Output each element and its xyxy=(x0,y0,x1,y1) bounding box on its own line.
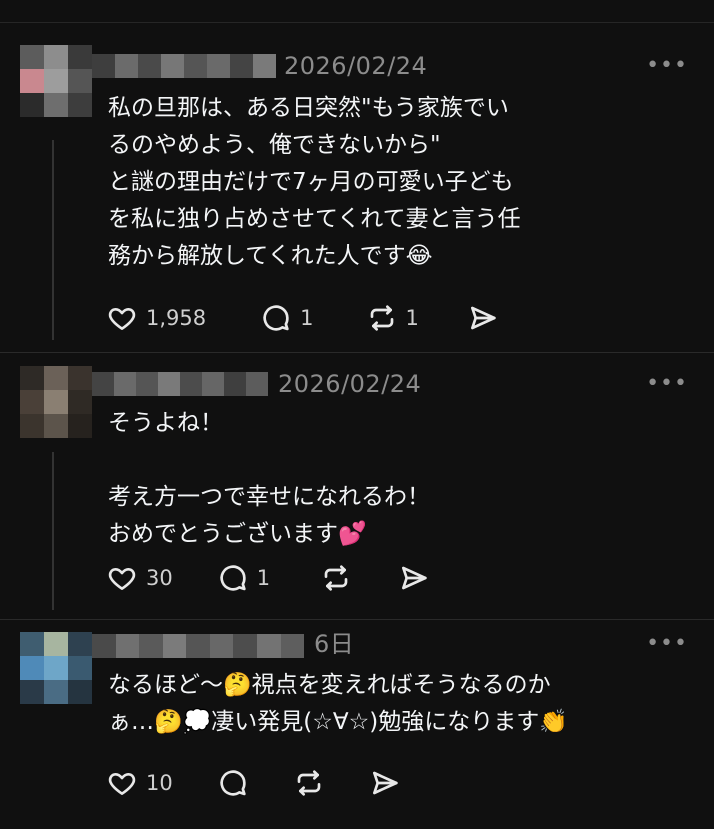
repost-icon xyxy=(324,565,348,591)
comment-icon xyxy=(220,565,246,591)
repost-button[interactable] xyxy=(293,767,325,799)
repost-icon xyxy=(370,305,393,331)
heart-icon xyxy=(108,308,136,330)
username-blurred[interactable] xyxy=(92,372,268,396)
comment-icon xyxy=(263,305,289,331)
send-icon xyxy=(372,771,398,795)
like-button[interactable]: 10 xyxy=(106,767,173,799)
like-button[interactable]: 30 xyxy=(106,562,173,594)
thread-line xyxy=(52,452,54,610)
like-button[interactable]: 1,958 xyxy=(106,302,206,334)
reply-button[interactable] xyxy=(217,767,249,799)
like-count: 10 xyxy=(146,771,173,795)
action-bar: 10 xyxy=(106,765,401,801)
reply-count: 1 xyxy=(300,306,314,330)
send-icon xyxy=(470,306,496,330)
avatar[interactable] xyxy=(20,45,92,117)
thread-line xyxy=(52,140,54,340)
avatar[interactable] xyxy=(20,632,92,704)
more-icon[interactable]: ••• xyxy=(646,373,688,395)
action-bar: 30 1 xyxy=(106,560,430,596)
heart-icon xyxy=(108,773,136,795)
action-bar: 1,958 1 1 xyxy=(106,300,499,336)
post-date: 6日 xyxy=(314,630,355,658)
reply-button[interactable]: 1 xyxy=(260,302,314,334)
comment-icon xyxy=(220,770,246,796)
like-count: 30 xyxy=(146,566,173,590)
more-icon[interactable]: ••• xyxy=(646,55,688,77)
repost-icon xyxy=(297,770,321,796)
share-button[interactable] xyxy=(398,562,430,594)
reply-button[interactable]: 1 xyxy=(217,562,270,594)
post-text: そうよね！ 考え方一つで幸せになれるわ！ おめでとうございます💕 xyxy=(108,410,430,547)
post-date: 2026/02/24 xyxy=(278,370,422,398)
repost-count: 1 xyxy=(405,306,419,330)
send-icon xyxy=(402,566,427,590)
share-button[interactable] xyxy=(369,767,401,799)
divider xyxy=(0,352,714,353)
top-divider xyxy=(0,22,714,23)
divider xyxy=(0,619,714,620)
post-date: 2026/02/24 xyxy=(284,52,428,80)
post-text: なるほど〜🤔視点を変えればそうなるのか ぁ…🤔💭凄い発見(☆∀☆)勉強になります… xyxy=(108,672,568,735)
avatar[interactable] xyxy=(20,366,92,438)
heart-icon xyxy=(108,568,136,590)
share-button[interactable] xyxy=(467,302,499,334)
post-text: 私の旦那は、ある日突然"もう家族でい るのやめよう、俺できないから" と謎の理由… xyxy=(108,95,521,269)
like-count: 1,958 xyxy=(146,306,207,330)
reply-count: 1 xyxy=(256,566,271,590)
username-blurred[interactable] xyxy=(92,634,304,658)
repost-button[interactable]: 1 xyxy=(366,302,419,334)
more-icon[interactable]: ••• xyxy=(646,633,688,655)
repost-button[interactable] xyxy=(320,562,352,594)
username-blurred[interactable] xyxy=(92,54,276,78)
